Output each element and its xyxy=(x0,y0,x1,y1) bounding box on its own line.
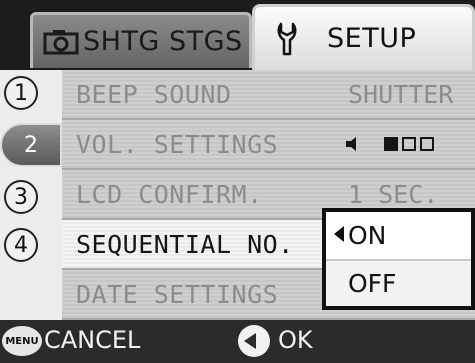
page-2-label: 2 xyxy=(24,132,38,158)
menu-item-label: LCD CONFIRM. xyxy=(76,179,263,209)
wrench-icon xyxy=(277,22,297,55)
tab-setup[interactable]: SETUP xyxy=(252,4,475,70)
menu-item-label: VOL. SETTINGS xyxy=(76,129,279,159)
camera-setup-screen: SHTG STGS SETUP 1 2 3 4 BEEP SOUND SHUTT… xyxy=(0,0,475,363)
tab-bar: SHTG STGS SETUP xyxy=(0,0,475,70)
camera-icon xyxy=(43,29,79,54)
menu-item-value: SHUTTER xyxy=(348,79,454,109)
ok-label: OK xyxy=(278,326,313,354)
menu-button-icon[interactable]: MENU xyxy=(2,326,42,356)
selection-arrow-icon xyxy=(334,226,344,242)
page-number-column: 1 2 3 4 xyxy=(0,70,62,320)
tab-shooting-settings-label: SHTG STGS xyxy=(83,26,243,57)
option-off-label: OFF xyxy=(348,269,397,298)
volume-bar-empty xyxy=(420,137,434,151)
menu-item-beep-sound[interactable]: BEEP SOUND SHUTTER xyxy=(62,70,475,120)
page-1-label: 1 xyxy=(14,80,28,106)
page-2-button[interactable]: 2 xyxy=(0,123,62,167)
page-4-button[interactable]: 4 xyxy=(4,228,38,262)
menu-button-label: MENU xyxy=(5,335,39,347)
menu-item-label: DATE SETTINGS xyxy=(76,279,279,309)
menu-item-vol-settings[interactable]: VOL. SETTINGS xyxy=(62,120,475,170)
volume-level-indicator xyxy=(384,137,434,151)
menu-item-label: SEQUENTIAL NO. xyxy=(76,229,294,259)
option-popup: ON OFF xyxy=(322,208,475,310)
page-3-label: 3 xyxy=(14,184,28,210)
page-1-button[interactable]: 1 xyxy=(4,76,38,110)
option-on-label: ON xyxy=(348,221,387,250)
left-arrow-button-icon[interactable] xyxy=(238,325,270,357)
page-4-label: 4 xyxy=(14,232,28,258)
volume-bar-filled xyxy=(384,137,398,151)
footer-bar: MENU CANCEL OK xyxy=(0,320,475,363)
cancel-label: CANCEL xyxy=(44,326,141,354)
volume-bar-empty xyxy=(402,137,416,151)
tab-shooting-settings[interactable]: SHTG STGS xyxy=(30,12,252,68)
tab-setup-label: SETUP xyxy=(327,23,417,54)
page-3-button[interactable]: 3 xyxy=(4,180,38,214)
menu-item-value: 1 SEC. xyxy=(348,179,439,209)
menu-item-label: BEEP SOUND xyxy=(76,79,232,109)
speaker-icon xyxy=(346,137,356,151)
option-on[interactable]: ON xyxy=(326,212,471,259)
option-off[interactable]: OFF xyxy=(326,259,471,306)
